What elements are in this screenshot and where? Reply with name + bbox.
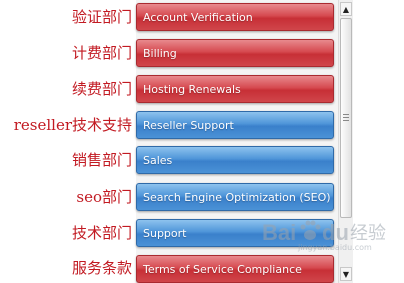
reseller-support-button[interactable]: Reseller Support xyxy=(136,111,334,139)
grip-line xyxy=(343,114,349,115)
watermark-brand-end: du xyxy=(322,220,349,245)
baidu-jingyan-watermark: Bai du 经验 jingyan.baidu.com xyxy=(262,220,386,252)
sales-button[interactable]: Sales xyxy=(136,146,334,174)
dept-label-billing: 计费部门 xyxy=(71,44,132,62)
terms-of-service-button[interactable]: Terms of Service Compliance xyxy=(136,255,334,283)
dept-label-reseller: reseller技术支持 xyxy=(13,116,132,134)
hosting-renewals-button[interactable]: Hosting Renewals xyxy=(136,75,334,103)
grip-line xyxy=(343,120,349,121)
dept-label-seo: seo部门 xyxy=(76,188,132,206)
dept-label-verification: 验证部门 xyxy=(71,8,132,26)
watermark-brand: Bai xyxy=(262,220,296,245)
scroll-up-icon[interactable]: ▲ xyxy=(340,2,352,16)
watermark-tagline: 经验 xyxy=(350,223,386,244)
paw-icon xyxy=(300,220,321,240)
scroll-down-icon[interactable]: ▼ xyxy=(340,267,352,281)
grip-line xyxy=(343,117,349,118)
scroll-thumb[interactable] xyxy=(340,18,352,218)
dept-label-tos: 服务条款 xyxy=(71,259,132,277)
seo-button[interactable]: Search Engine Optimization (SEO) xyxy=(136,183,334,211)
billing-button[interactable]: Billing xyxy=(136,39,334,67)
watermark-url: jingyan.baidu.com xyxy=(297,243,372,252)
dept-label-sales: 销售部门 xyxy=(71,151,132,169)
dept-label-renewals: 续费部门 xyxy=(71,80,132,98)
dept-label-support: 技术部门 xyxy=(71,224,132,242)
account-verification-button[interactable]: Account Verification xyxy=(136,3,334,31)
